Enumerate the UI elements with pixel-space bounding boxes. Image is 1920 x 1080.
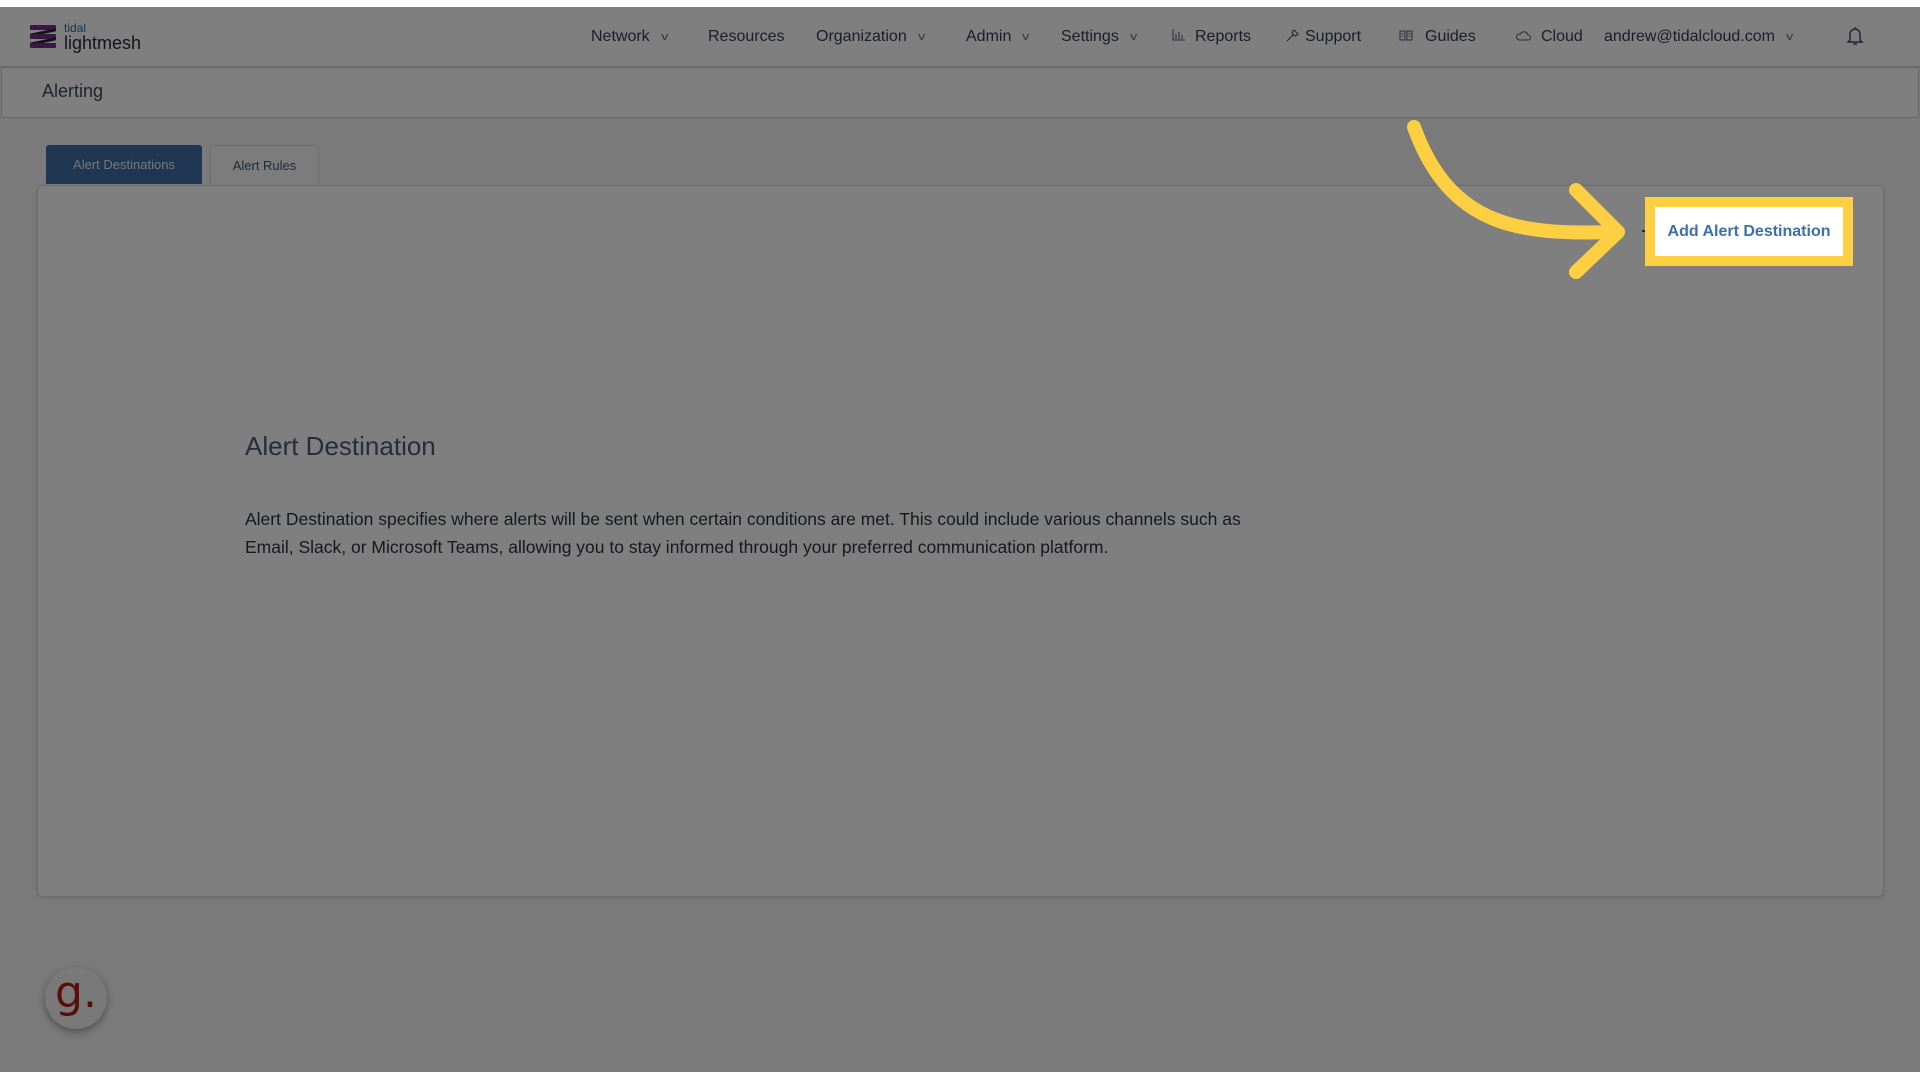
- guide-badge[interactable]: g.: [45, 967, 107, 1029]
- bell-icon[interactable]: [1845, 25, 1865, 47]
- app-page: tidal lightmesh Network v Resources Organ…: [0, 7, 1920, 1072]
- nav-cloud-label: Cloud: [1541, 27, 1583, 45]
- page-title: Alerting: [42, 81, 104, 101]
- chevron-down-icon: v: [917, 30, 926, 43]
- logo-icon: [30, 24, 56, 50]
- nav-reports[interactable]: Reports: [1172, 7, 1251, 66]
- user-email: andrew@tidalcloud.com: [1604, 27, 1775, 45]
- top-navbar: tidal lightmesh Network v Resources Organ…: [0, 7, 1920, 67]
- chevron-down-icon: v: [1786, 30, 1794, 43]
- nav-reports-label: Reports: [1195, 27, 1252, 45]
- chevron-down-icon: v: [660, 30, 669, 43]
- bar-chart-icon: [1172, 29, 1185, 44]
- logo-brand-name: lightmesh: [64, 33, 142, 53]
- nav-network-label: Network: [591, 27, 650, 45]
- cloud-icon: [1516, 29, 1531, 44]
- nav-resources[interactable]: Resources: [708, 7, 784, 66]
- empty-state-title: Alert Destination: [245, 431, 436, 461]
- nav-support-label: Support: [1305, 27, 1362, 45]
- tab-alert-rules[interactable]: Alert Rules: [210, 145, 319, 184]
- nav-resources-label: Resources: [708, 27, 785, 45]
- chevron-down-icon: v: [1129, 30, 1138, 43]
- nav-guides-label: Guides: [1425, 27, 1476, 45]
- nav-admin-label: Admin: [966, 27, 1012, 45]
- highlighted-add-alert-destination-button[interactable]: Add Alert Destination: [1655, 207, 1843, 256]
- nav-organization-label: Organization: [816, 27, 907, 45]
- chevron-down-icon: v: [1022, 30, 1030, 43]
- user-menu[interactable]: andrew@tidalcloud.com v: [1604, 7, 1793, 66]
- nav-settings-label: Settings: [1061, 27, 1119, 45]
- page-header-bar: Alerting: [1, 67, 1919, 118]
- tab-alert-destinations[interactable]: Alert Destinations: [46, 145, 202, 184]
- nav-settings[interactable]: Settings v: [1061, 7, 1138, 66]
- logo[interactable]: tidal lightmesh: [30, 20, 141, 54]
- book-icon: [1399, 29, 1413, 44]
- wrench-icon: [1286, 28, 1299, 45]
- nav-organization[interactable]: Organization v: [816, 7, 926, 66]
- nav-cloud[interactable]: Cloud: [1516, 7, 1583, 66]
- nav-network[interactable]: Network v: [591, 7, 669, 66]
- nav-admin[interactable]: Admin v: [966, 7, 1030, 66]
- nav-support[interactable]: Support: [1286, 7, 1361, 66]
- empty-state-description: Alert Destination specifies where alerts…: [245, 509, 1241, 557]
- plus-icon: [1642, 230, 1648, 232]
- alert-destinations-panel: Add Alert Destination Alert Destination …: [37, 185, 1884, 897]
- nav-guides[interactable]: Guides: [1399, 7, 1476, 66]
- guide-logo-icon: g.: [55, 967, 97, 1018]
